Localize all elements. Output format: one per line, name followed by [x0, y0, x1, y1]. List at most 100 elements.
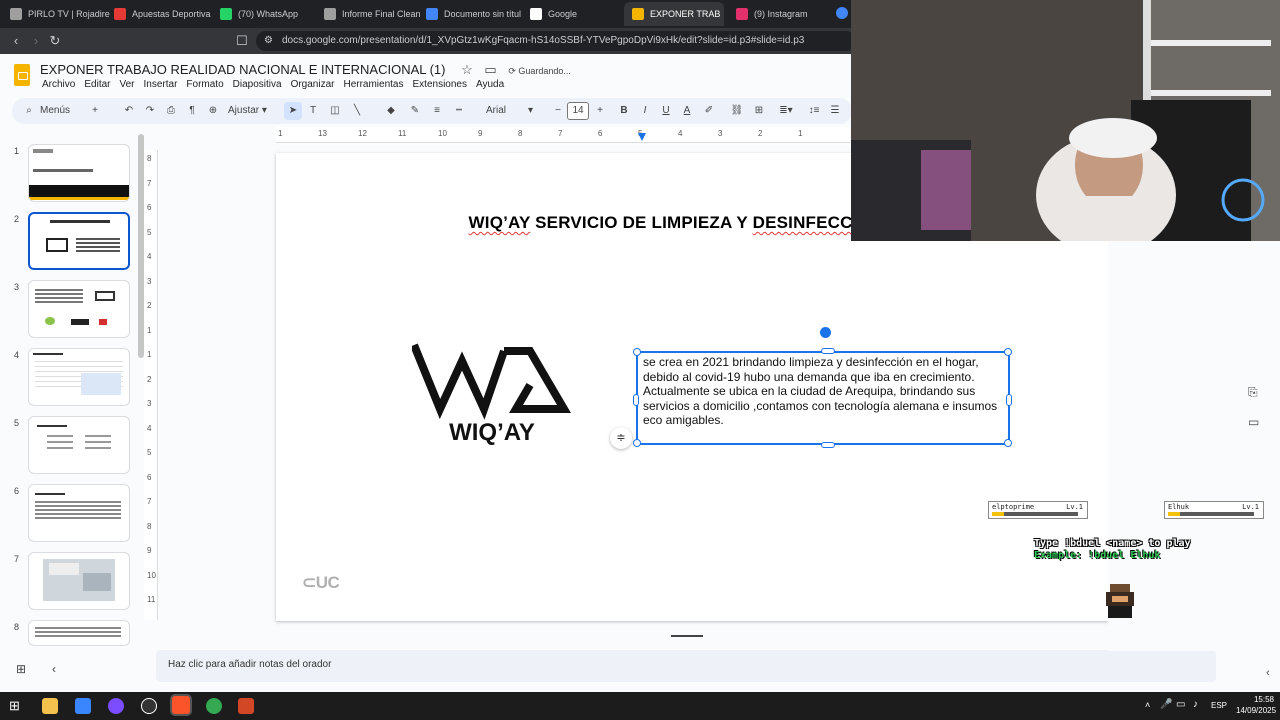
redo-icon[interactable]: ↷: [143, 102, 157, 120]
comment-icon[interactable]: ⊞: [752, 102, 766, 120]
browser-tab-1[interactable]: PIRLO TV | Rojadire: [2, 2, 112, 26]
line-spacing-icon[interactable]: ↕≡: [804, 102, 824, 120]
tab-overflow-icon[interactable]: [836, 7, 848, 19]
notes-drag-handle[interactable]: [671, 635, 703, 637]
side-panel-toggle-icon[interactable]: ‹: [1266, 667, 1270, 679]
obs-icon[interactable]: [141, 698, 157, 714]
wiqay-logo[interactable]: WIQ’AY: [410, 341, 572, 451]
star-icon[interactable]: ☆: [461, 62, 473, 77]
collapse-panel-icon[interactable]: ‹: [52, 662, 56, 676]
browser-tab-8[interactable]: (9) Instagram: [728, 2, 832, 26]
slide-thumbnail-1[interactable]: [28, 144, 130, 202]
menu-diapositiva[interactable]: Diapositiva: [233, 79, 282, 90]
line-icon[interactable]: ╲: [350, 102, 364, 120]
print-icon[interactable]: ⎙: [164, 102, 178, 120]
link-icon[interactable]: ⛓: [730, 102, 744, 120]
font-select[interactable]: Arial ▾: [486, 102, 546, 120]
rotate-handle-icon[interactable]: [820, 327, 831, 338]
resize-handle-l[interactable]: [633, 394, 639, 406]
resize-handle-r[interactable]: [1006, 394, 1012, 406]
menu-formato[interactable]: Formato: [186, 79, 223, 90]
increase-font-icon[interactable]: +: [594, 102, 606, 120]
decrease-font-icon[interactable]: −: [552, 102, 564, 120]
bullets-icon[interactable]: ☰: [828, 102, 842, 120]
font-size-input[interactable]: 14: [567, 102, 589, 120]
italic-icon[interactable]: I: [638, 102, 652, 120]
volume-icon[interactable]: ♪: [1193, 699, 1198, 710]
select-tool-icon[interactable]: ➤: [284, 102, 302, 120]
menu-ver[interactable]: Ver: [119, 79, 134, 90]
url-input[interactable]: ⚙ docs.google.com/presentation/d/1_XVpGt…: [256, 31, 856, 51]
body-text[interactable]: se crea en 2021 brindando limpieza y des…: [643, 355, 1003, 428]
windows-start-icon[interactable]: ⊞: [9, 698, 20, 714]
keep-icon[interactable]: ⎘: [1248, 385, 1258, 400]
document-title[interactable]: EXPONER TRABAJO REALIDAD NACIONAL E INTE…: [40, 62, 571, 78]
site-info-icon[interactable]: ⚙: [264, 31, 273, 51]
text-color-icon[interactable]: A: [680, 102, 694, 120]
browser-tab-2[interactable]: Apuestas Deportiva: [106, 2, 212, 26]
new-slide-icon[interactable]: +: [88, 102, 102, 120]
resize-handle-bl[interactable]: [633, 439, 641, 447]
highlight-icon[interactable]: ✐: [702, 102, 716, 120]
grid-view-icon[interactable]: ⊞: [16, 662, 26, 676]
back-icon[interactable]: ‹: [8, 33, 24, 49]
text-box-icon[interactable]: T: [306, 102, 320, 120]
powerpoint-icon[interactable]: [238, 698, 254, 714]
zoom-icon[interactable]: ⊕: [206, 102, 220, 120]
browser-tab-4[interactable]: Informe Final Clean: [316, 2, 422, 26]
menu-ayuda[interactable]: Ayuda: [476, 79, 504, 90]
network-icon[interactable]: ▭: [1176, 699, 1185, 710]
menus-search[interactable]: Menús: [40, 102, 70, 120]
menu-herramientas[interactable]: Herramientas: [343, 79, 403, 90]
zoom-select[interactable]: Ajustar ▾: [228, 102, 267, 120]
underline-icon[interactable]: U: [659, 102, 673, 120]
folder-icon[interactable]: ▭: [1248, 415, 1259, 429]
slide-thumbnail-6[interactable]: [28, 484, 130, 542]
search-menus-icon[interactable]: ⌕: [22, 102, 36, 120]
border-color-icon[interactable]: ✎: [408, 102, 422, 120]
slide-thumbnail-7[interactable]: [28, 552, 130, 610]
body-text-box[interactable]: se crea en 2021 brindando limpieza y des…: [633, 327, 1012, 448]
menu-editar[interactable]: Editar: [84, 79, 110, 90]
slide-thumbnail-2[interactable]: [28, 212, 130, 270]
browser-tab-5[interactable]: Documento sin títul: [418, 2, 522, 26]
menu-insertar[interactable]: Insertar: [144, 79, 178, 90]
discord-icon[interactable]: [108, 698, 124, 714]
browser-tab-6[interactable]: Google: [522, 2, 626, 26]
language-indicator[interactable]: ESP: [1211, 701, 1227, 710]
microphone-icon[interactable]: 🎤: [1160, 699, 1172, 710]
reload-icon[interactable]: ↻: [47, 33, 63, 49]
slides-logo-icon[interactable]: [14, 64, 30, 86]
menu-archivo[interactable]: Archivo: [42, 79, 75, 90]
resize-handle-tr[interactable]: [1004, 348, 1012, 356]
browser-tab-3[interactable]: (70) WhatsApp: [212, 2, 318, 26]
move-folder-icon[interactable]: ▭: [484, 62, 496, 77]
bold-icon[interactable]: B: [617, 102, 631, 120]
resize-handle-br[interactable]: [1004, 439, 1012, 447]
browser-tab-7[interactable]: EXPONER TRAB✕: [624, 2, 724, 26]
image-icon[interactable]: ◫: [328, 102, 342, 120]
bookmark-icon[interactable]: ☐: [234, 33, 250, 49]
border-weight-icon[interactable]: ≡: [430, 102, 444, 120]
clock[interactable]: 15:58 14/09/2025: [1236, 694, 1276, 716]
menu-organizar[interactable]: Organizar: [291, 79, 335, 90]
menu-extensiones[interactable]: Extensiones: [413, 79, 467, 90]
chrome-icon[interactable]: [206, 698, 222, 714]
smart-resize-icon[interactable]: ≑: [610, 427, 632, 449]
tray-overflow-icon[interactable]: ˄: [1145, 700, 1150, 710]
slide-thumbnail-5[interactable]: [28, 416, 130, 474]
file-explorer-icon[interactable]: [42, 698, 58, 714]
slide-thumbnail-3[interactable]: [28, 280, 130, 338]
slide-thumbnail-8[interactable]: [28, 620, 130, 646]
paint-format-icon[interactable]: ¶: [185, 102, 199, 120]
align-icon[interactable]: ≣▾: [776, 102, 796, 120]
fill-color-icon[interactable]: ◆: [384, 102, 398, 120]
undo-icon[interactable]: ↶: [122, 102, 136, 120]
forward-icon[interactable]: ›: [28, 33, 44, 49]
resize-handle-t[interactable]: [821, 348, 835, 354]
border-dash-icon[interactable]: ┅: [452, 102, 466, 120]
brave-browser-icon[interactable]: [172, 696, 190, 714]
resize-handle-b[interactable]: [821, 442, 835, 448]
store-icon[interactable]: [75, 698, 91, 714]
resize-handle-tl[interactable]: [633, 348, 641, 356]
